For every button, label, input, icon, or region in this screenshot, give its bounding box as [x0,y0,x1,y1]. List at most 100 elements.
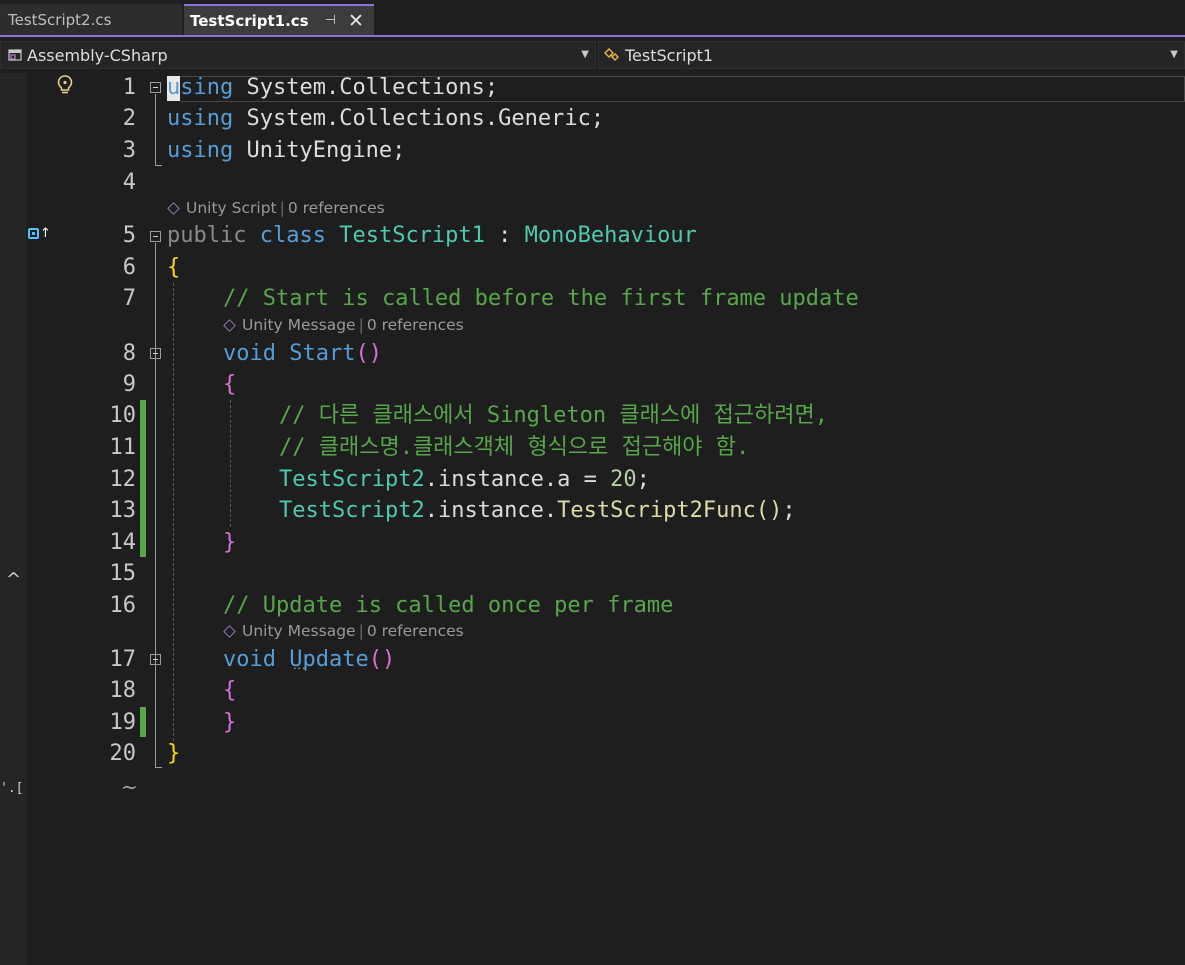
clipped-text-fragment: '.[ [0,781,24,796]
class-inheritance-marker-icon[interactable]: ↑ [28,226,51,241]
code-text: ; [636,467,650,492]
change-indicator-bar [140,400,146,557]
project-icon [3,47,27,63]
close-icon[interactable]: ✕ [348,10,364,32]
codelens-kind[interactable]: Unity Script [186,199,277,217]
code-text: .instance. [424,498,558,523]
method-name: TestScript2Func [557,498,756,523]
line-number: 16 [109,593,137,618]
code-line-17[interactable]: void Update() [223,644,395,675]
navigation-bar: Assembly-CSharp ▼ TestScript1 ▼ [0,37,1185,73]
keyword: using [167,106,234,131]
codelens-cube-icon [167,201,180,215]
fold-icon[interactable] [150,82,161,93]
caret-up-icon[interactable]: ^ [6,569,21,590]
code-line-7[interactable]: // Start is called before the first fram… [223,283,859,314]
line-number: 14 [109,530,137,555]
tab-label: TestScript1.cs [190,11,309,30]
code-text: System.Collections.Generic; [233,106,605,131]
code-line-14[interactable]: } [223,527,236,558]
code-line-1[interactable]: using System.Collections; [167,72,498,103]
indent-guide [230,400,231,527]
parens: () [355,341,382,366]
line-number: 20 [109,741,137,766]
code-line-11[interactable]: // 클래스명.클래스객체 형식으로 접근해야 함. [279,432,749,463]
line-number: 15 [109,561,137,586]
codelens-cube-icon [223,318,236,332]
lightbulb-icon[interactable] [55,74,75,100]
end-of-file-tilde: ~ [121,775,138,799]
line-number: 6 [122,255,136,280]
line-number: 19 [109,710,137,735]
tab-label: TestScript2.cs [8,10,112,29]
line-number: 12 [109,467,137,492]
code-line-20[interactable]: } [167,738,180,769]
code-line-8[interactable]: void Start() [223,338,382,369]
parens: () [368,647,396,672]
tab-testscript2[interactable]: TestScript2.cs [0,4,182,35]
codelens-kind[interactable]: Unity Message [242,622,356,640]
parens: () [755,498,783,523]
code-line-10[interactable]: // 다른 클래스에서 Singleton 클래스에 접근하려면, [279,400,828,431]
fold-icon[interactable] [150,654,161,665]
dropdown-arrow-icon[interactable]: ▼ [1170,49,1178,60]
codelens-references[interactable]: 0 references [288,199,385,217]
tab-testscript1[interactable]: TestScript1.cs ⊣ ✕ [184,4,374,35]
indent-guide [173,283,174,741]
document-tab-bar: TestScript2.cs TestScript1.cs ⊣ ✕ [0,0,1185,37]
codelens-class[interactable]: Unity Script | 0 references [167,199,385,217]
code-text: .instance.a = [424,467,611,492]
keyword: using [167,75,234,100]
codelens-kind[interactable]: Unity Message [242,316,356,334]
suggestion-dots-icon[interactable]: ··· [293,662,307,675]
outline-line [155,666,156,737]
codelens-references[interactable]: 0 references [367,622,464,640]
code-text: ; [782,498,796,523]
code-line-6[interactable]: { [167,252,180,283]
line-number: 13 [109,498,137,523]
line-number: 18 [109,678,137,703]
code-text: : [484,223,525,248]
class-name: TestScript2 [279,498,425,523]
codelens-references[interactable]: 0 references [367,316,464,334]
line-number: 4 [122,170,136,195]
code-line-9[interactable]: { [223,369,236,400]
code-line-5[interactable]: public class TestScript1 : MonoBehaviour [167,220,697,251]
code-line-16[interactable]: // Update is called once per frame [223,590,673,621]
keyword: using [167,138,234,163]
keyword: void [223,341,276,366]
keyword: void [223,647,276,672]
line-number: 11 [109,435,137,460]
line-number: 5 [122,223,136,248]
class-name: TestScript2 [279,467,425,492]
number-literal: 20 [610,467,637,492]
pin-icon[interactable]: ⊣ [325,13,336,28]
line-number: 8 [122,341,136,366]
code-line-12[interactable]: TestScript2.instance.a = 20; [279,464,650,495]
codelens-start[interactable]: Unity Message | 0 references [223,316,464,334]
code-line-18[interactable]: { [223,675,236,706]
code-line-3[interactable]: using UnityEngine; [167,135,405,166]
code-line-19[interactable]: } [223,707,236,738]
code-line-13[interactable]: TestScript2.instance.TestScript2Func(); [279,495,796,526]
outline-line [155,360,156,557]
dropdown-arrow-icon[interactable]: ▼ [581,49,589,60]
line-number: 9 [122,372,136,397]
line-number: 10 [109,403,137,428]
code-line-2[interactable]: using System.Collections.Generic; [167,103,604,134]
outline-line [155,165,162,166]
class-name: TestScript1 [339,223,485,248]
type-dropdown[interactable]: TestScript1 ▼ [598,41,1185,69]
code-text: System.Collections; [233,75,499,100]
line-number: 1 [122,75,136,100]
method-name: Start [289,341,356,366]
fold-icon[interactable] [150,231,161,242]
codelens-cube-icon [223,624,236,638]
type-name: TestScript1 [625,45,714,65]
class-icon [601,47,625,63]
fold-icon[interactable] [150,348,161,359]
code-text: UnityEngine; [233,138,406,163]
project-dropdown[interactable]: Assembly-CSharp ▼ [0,41,596,69]
codelens-update[interactable]: Unity Message | 0 references [223,622,464,640]
outline-line [155,94,156,165]
